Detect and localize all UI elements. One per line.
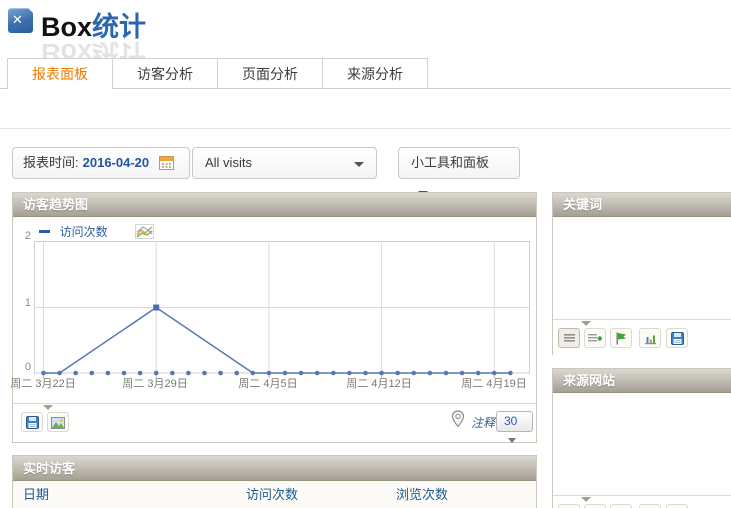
x-axis-tick: 周二 3月22日 [10,375,75,391]
tab-page-analysis[interactable]: 页面分析 [217,58,323,88]
chart-footer: 注释 30 [13,403,536,442]
keywords-title[interactable]: 关键词 [553,193,731,217]
tab-source-analysis[interactable]: 来源分析 [322,58,428,88]
subheader-divider [0,128,731,129]
x-axis-tick: 周二 4月19日 [461,375,526,391]
x-axis-tick: 周二 4月12日 [346,375,411,391]
keywords-panel: 关键词 [552,192,731,355]
segment-selector[interactable]: All visits [192,147,377,179]
bar-chart-icon [644,333,657,345]
visitor-trend-title[interactable]: 访客趋势图 [13,193,536,217]
realtime-visitors-panel: 实时访客 日期 访问次数 浏览次数 [12,455,537,508]
x-axis-tick: 周二 3月29日 [122,375,187,391]
days-limit-select[interactable]: 30 [496,411,533,432]
export-image-button[interactable] [47,412,69,432]
y-axis-tick: 0 [15,361,31,373]
dashboard-page: ✕ Box统计 Box统计 报表面板 访客分析 页面分析 来源分析 报表时间:2… [0,0,731,508]
export-icon [26,416,39,429]
chart-style-icon[interactable] [135,224,154,239]
legend-line-swatch [39,230,50,233]
chevron-down-icon [354,162,364,167]
export-data-button[interactable] [21,412,43,432]
chart-view-button[interactable] [639,328,661,348]
column-date[interactable]: 日期 [23,481,49,508]
y-axis-tick: 2 [15,230,31,242]
chart-legend: 访问次数 [39,223,154,237]
realtime-visitors-title[interactable]: 实时访客 [13,456,536,481]
tab-report-dashboard[interactable]: 报表面板 [7,58,113,89]
export-data-button[interactable] [666,504,688,508]
referrer-websites-panel: 来源网站 [552,368,731,508]
collapse-triangle-icon[interactable] [581,497,591,502]
chart-view-button[interactable] [639,504,661,508]
goals-view-button[interactable] [610,504,632,508]
report-date-picker[interactable]: 报表时间:2016-04-20 [12,147,190,179]
visitor-trend-panel: 访客趋势图 访问次数 2 1 0 周二 3月22日 周二 3月29日 周二 4月… [12,192,537,443]
segment-value: All visits [205,155,252,170]
referrer-websites-title[interactable]: 来源网站 [553,369,731,393]
table-icon [563,333,576,344]
y-axis-tick: 1 [15,297,31,309]
visits-evolution-chart[interactable] [34,241,530,384]
keywords-footer [553,319,731,355]
all-columns-view-button[interactable] [584,328,606,348]
calendar-icon [159,155,174,170]
column-visits[interactable]: 访问次数 [246,481,298,508]
x-axis-tick: 周二 4月5日 [238,375,297,391]
all-columns-view-button[interactable] [584,504,606,508]
goals-view-button[interactable] [610,328,632,348]
report-date-value: 2016-04-20 [83,155,150,170]
image-icon [51,417,65,429]
collapse-triangle-icon[interactable] [43,405,53,410]
table-view-button[interactable] [558,504,580,508]
widgets-menu-button[interactable]: 小工具和面板 [398,147,520,179]
table-plus-icon [588,333,602,345]
column-pageviews[interactable]: 浏览次数 [396,481,448,508]
annotations-link[interactable]: 注释 [471,414,495,431]
export-data-button[interactable] [666,328,688,348]
annotation-pin-icon[interactable] [451,410,465,428]
main-nav-tabs: 报表面板 访客分析 页面分析 来源分析 [8,58,428,89]
realtime-table-header: 日期 访问次数 浏览次数 [13,481,536,508]
legend-label: 访问次数 [60,225,108,239]
tab-visitor-analysis[interactable]: 访客分析 [112,58,218,88]
box-logo-icon: ✕ [8,8,33,33]
table-view-button[interactable] [558,328,580,348]
referrers-footer [553,495,731,508]
chevron-down-icon [508,438,516,443]
limit-value: 30 [504,414,517,428]
collapse-triangle-icon[interactable] [581,321,591,326]
goal-flag-icon [615,332,627,345]
export-icon [671,332,684,345]
